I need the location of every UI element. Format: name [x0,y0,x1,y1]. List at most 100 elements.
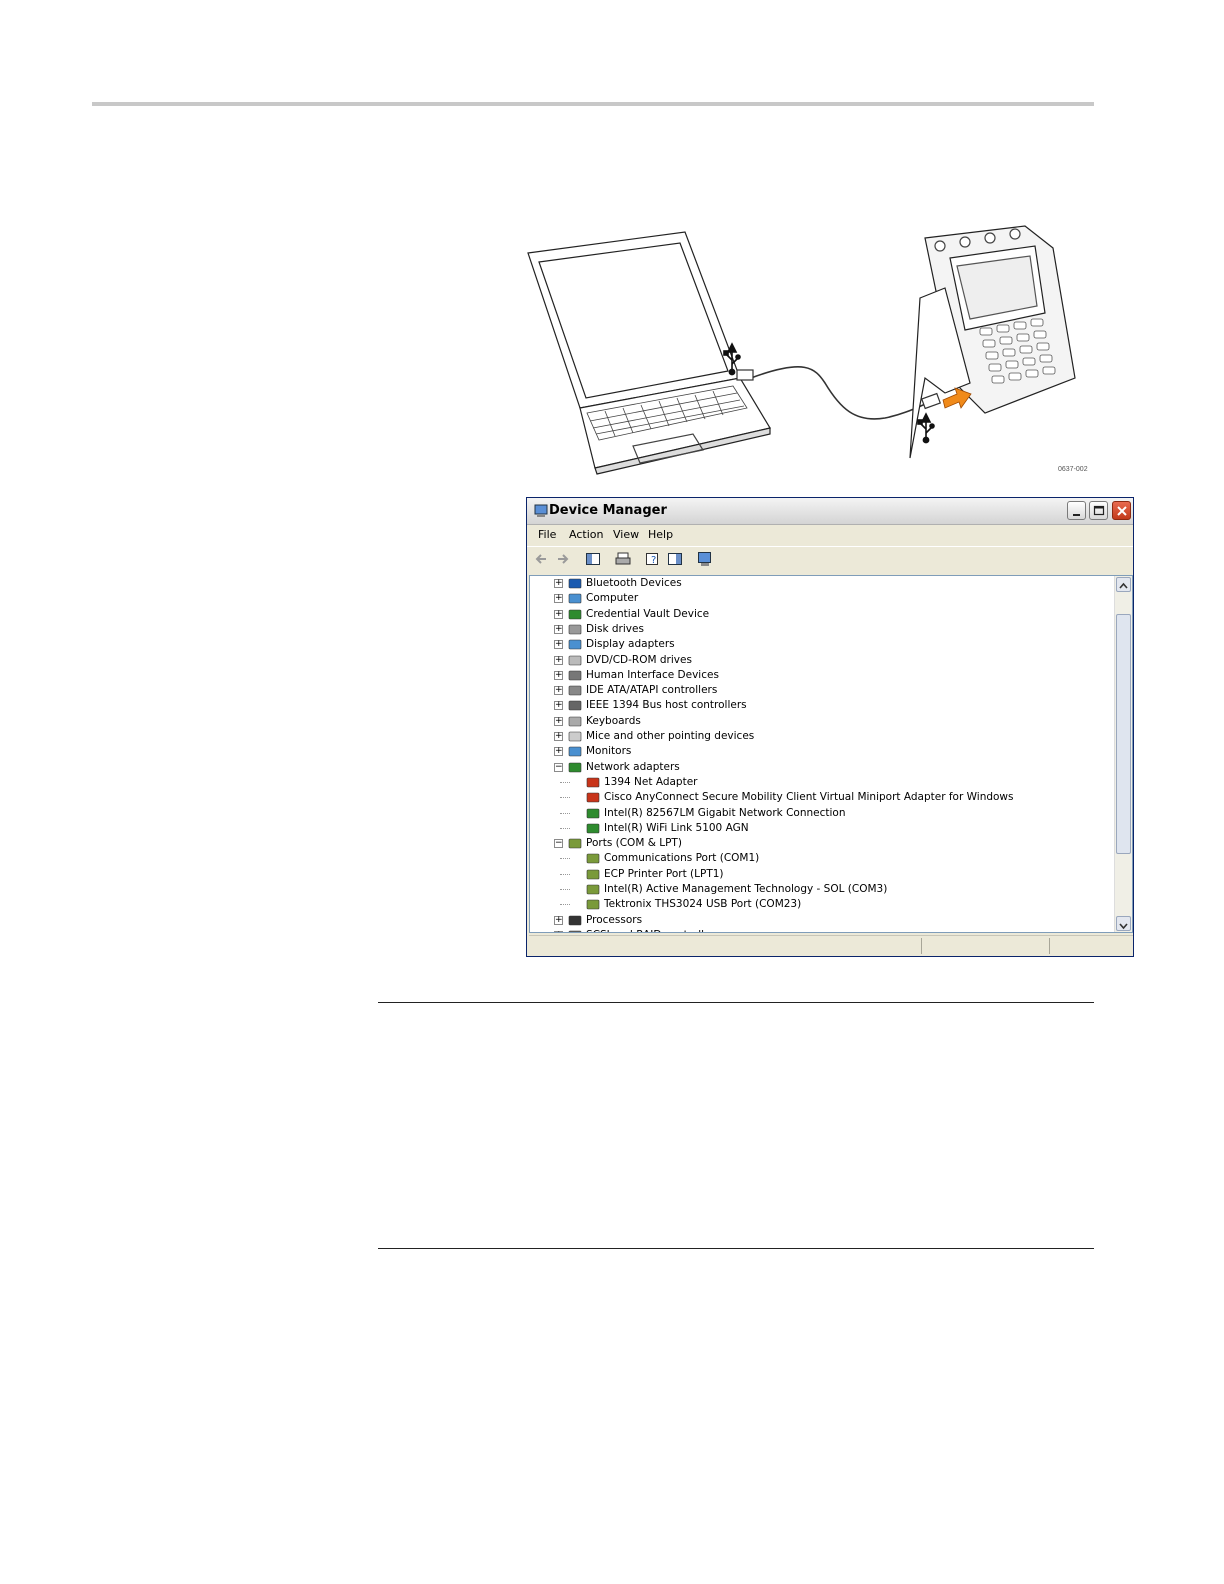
tree-item-label: Computer [586,592,639,605]
hid-icon [568,669,582,682]
figure-id-label: 0637-002 [1058,466,1088,473]
tree-item-label: IDE ATA/ATAPI controllers [586,684,718,697]
menu-file[interactable]: File [538,528,556,541]
tree-item-label: Disk drives [586,622,644,635]
expand-toggle[interactable]: + [554,701,563,711]
tree-item-label: IEEE 1394 Bus host controllers [586,699,747,712]
expand-toggle[interactable]: + [554,732,563,741]
back-arrow-icon[interactable] [533,551,549,567]
maximize-button[interactable] [1089,501,1108,520]
tree-connector [560,858,570,860]
expand-toggle[interactable]: + [554,747,563,757]
tree-item-label: Network adapters [586,760,680,773]
status-divider [921,938,922,954]
keyboard-icon [568,715,582,728]
port-icon [568,837,582,850]
tree-item-label: Credential Vault Device [586,607,710,620]
minimize-button[interactable] [1067,501,1086,520]
scroll-down-button[interactable] [1116,916,1131,931]
network-red-icon [586,791,600,804]
expand-toggle[interactable]: + [554,655,563,665]
tree-connector [560,904,570,906]
tree-item-label: Tektronix THS3024 USB Port (COM23) [604,898,802,911]
toolbar: ? [527,546,1133,573]
show-hide-console-tree-icon[interactable] [585,551,601,567]
board-icon [568,608,582,621]
tree-item-label: Keyboards [586,714,641,727]
window-title: Device Manager [549,503,667,518]
tree-item-label: Monitors [586,745,632,758]
menu-action[interactable]: Action [569,528,603,541]
tree-item-label: DVD/CD-ROM drives [586,653,692,666]
vertical-scrollbar[interactable] [1114,576,1132,932]
help-icon[interactable]: ? [645,551,661,567]
tree-connector [560,781,570,783]
usb-connection-illustration [527,225,1076,475]
expand-toggle[interactable]: + [554,609,563,619]
bluetooth-icon [568,577,582,590]
port-icon [586,868,600,881]
tree-item-label: Bluetooth Devices [586,577,682,589]
ieee1394-icon [568,699,582,712]
expand-toggle[interactable]: + [554,594,563,604]
tree-connector [560,812,570,814]
collapse-toggle[interactable]: − [554,762,563,772]
scroll-up-button[interactable] [1116,577,1131,592]
tree-item-label: Intel(R) WiFi Link 5100 AGN [604,821,749,834]
collapse-toggle[interactable]: − [554,839,563,849]
expand-toggle[interactable]: + [554,716,563,726]
ide-icon [568,684,582,697]
processor-icon [568,914,582,927]
tree-item-label: 1394 Net Adapter [604,775,698,788]
network-icon [568,761,582,774]
tree-item-label: Human Interface Devices [586,668,719,681]
tree-connector [560,873,570,875]
menu-help[interactable]: Help [648,528,673,541]
display-icon [568,638,582,651]
expand-toggle[interactable]: + [554,670,563,680]
tree-connector [560,797,570,799]
mouse-icon [568,730,582,743]
expand-toggle[interactable]: + [554,930,563,932]
computer-icon [568,592,582,605]
usb-cable [750,366,931,420]
svg-text:?: ? [651,555,656,566]
header-rule [92,102,1094,106]
tree-item-label: ECP Printer Port (LPT1) [604,867,724,880]
port-icon [586,898,600,911]
scsi-icon [568,929,582,932]
tree-connector [560,889,570,890]
expand-toggle[interactable]: + [554,686,563,696]
expand-toggle[interactable]: + [554,624,563,634]
close-button[interactable] [1112,501,1131,520]
monitor-icon [568,745,582,758]
title-bar[interactable]: Device Manager [527,498,1133,525]
tree-item-label: Processors [586,913,643,926]
usb-icon [917,412,935,444]
tree-item-label: SCSI and RAID controllers [586,929,720,932]
status-divider [1049,938,1050,954]
forward-arrow-icon[interactable] [555,551,571,567]
expand-toggle[interactable]: + [554,579,563,588]
tree-item-label: Intel(R) Active Management Technology - … [604,883,888,895]
expand-toggle[interactable]: + [554,915,563,925]
device-tree-panel: + Bluetooth Devices + Computer + Credential V… [529,575,1133,933]
print-icon[interactable] [615,551,631,567]
section-rule [378,1002,1094,1003]
scan-hardware-icon[interactable] [697,551,713,567]
section-rule [378,1248,1094,1249]
tree-connector [560,827,570,829]
port-icon [586,852,600,865]
port-icon [586,883,600,896]
network-icon [586,822,600,835]
expand-toggle[interactable]: + [554,640,563,650]
network-red-icon [586,776,600,789]
device-manager-window: Device Manager File Action View Help ? +… [526,497,1134,957]
tree-item-label: Communications Port (COM1) [604,852,760,865]
menu-view[interactable]: View [613,528,639,541]
tree-item-label: Cisco AnyConnect Secure Mobility Client … [604,791,1014,804]
menu-bar: File Action View Help [527,525,1133,545]
action-pane-icon[interactable] [667,551,683,567]
tree-item-label: Display adapters [586,638,675,651]
scrollbar-thumb[interactable] [1116,614,1131,854]
